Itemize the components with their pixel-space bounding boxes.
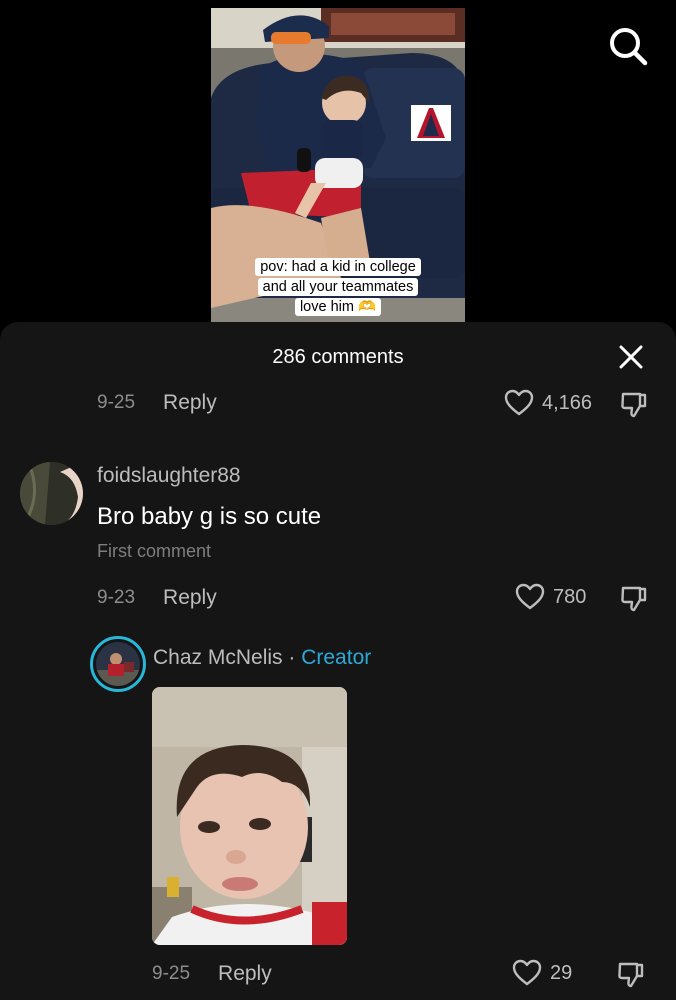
- dislike-button[interactable]: [619, 389, 649, 419]
- video-caption: pov: had a kid in college and all your t…: [211, 257, 465, 317]
- creator-avatar-image: [96, 642, 140, 686]
- heart-icon: [504, 389, 534, 416]
- comment-date: 9-25: [152, 963, 191, 984]
- like-button[interactable]: 780: [515, 583, 586, 611]
- creator-reply-meta-row: 9-25 Reply: [152, 959, 272, 989]
- search-icon: [610, 28, 648, 66]
- thumbs-down-icon: [621, 586, 647, 612]
- comment-username[interactable]: foidslaughter88: [97, 464, 241, 488]
- comment-meta-row: 9-23 Reply: [97, 583, 217, 613]
- creator-badge: Creator: [301, 646, 372, 669]
- baby-photo-image: [152, 687, 347, 945]
- like-count: 4,166: [542, 391, 593, 414]
- creator-avatar[interactable]: [90, 636, 146, 692]
- first-comment-label: First comment: [97, 541, 212, 561]
- reply-photo[interactable]: [152, 687, 347, 945]
- creator-username[interactable]: Chaz McNelis: [153, 646, 283, 669]
- comment-date: 9-25: [97, 392, 136, 413]
- comment-meta-row: 9-25 Reply: [97, 388, 217, 418]
- like-button[interactable]: 29: [512, 959, 572, 987]
- close-icon: [619, 345, 643, 369]
- close-comments-button[interactable]: [616, 342, 646, 372]
- video-preview[interactable]: pov: had a kid in college and all your t…: [211, 8, 465, 324]
- like-count: 780: [553, 585, 587, 608]
- search-button[interactable]: [606, 24, 650, 68]
- comments-count-title: 286 comments: [272, 346, 404, 368]
- caption-line-2: and all your teammates: [257, 278, 419, 296]
- reply-button[interactable]: Reply: [218, 962, 272, 986]
- like-button[interactable]: 4,166: [504, 389, 592, 417]
- avatar[interactable]: [20, 462, 83, 525]
- reply-button[interactable]: Reply: [163, 391, 217, 415]
- thumbs-down-icon: [618, 962, 644, 988]
- comments-sheet: 286 comments 9-25 Reply 4,166 foidslaugh…: [0, 322, 676, 1000]
- heart-icon: [512, 959, 542, 986]
- reply-button[interactable]: Reply: [163, 586, 217, 610]
- dislike-button[interactable]: [619, 583, 649, 613]
- separator-dot: ·: [288, 646, 296, 669]
- avatar-image: [20, 462, 83, 525]
- thumbs-down-icon: [621, 392, 647, 418]
- creator-reply-header: Chaz McNelis · Creator: [153, 646, 371, 670]
- comment-text: Bro baby g is so cute: [97, 503, 322, 530]
- caption-line-1: pov: had a kid in college: [255, 258, 421, 276]
- caption-line-3: love him 🫶: [294, 298, 382, 316]
- heart-icon: [515, 583, 545, 610]
- comment-date: 9-23: [97, 587, 136, 608]
- like-count: 29: [550, 961, 573, 984]
- dislike-button[interactable]: [616, 959, 646, 989]
